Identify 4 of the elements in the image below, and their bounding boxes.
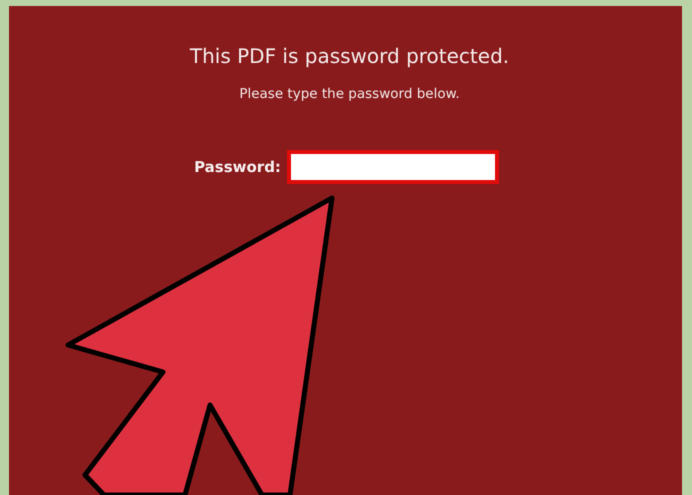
dialog-title: This PDF is password protected. [190,44,510,68]
password-label: Password: [194,158,281,176]
password-field[interactable] [286,150,499,184]
dialog-message: Please type the password below. [239,86,460,102]
